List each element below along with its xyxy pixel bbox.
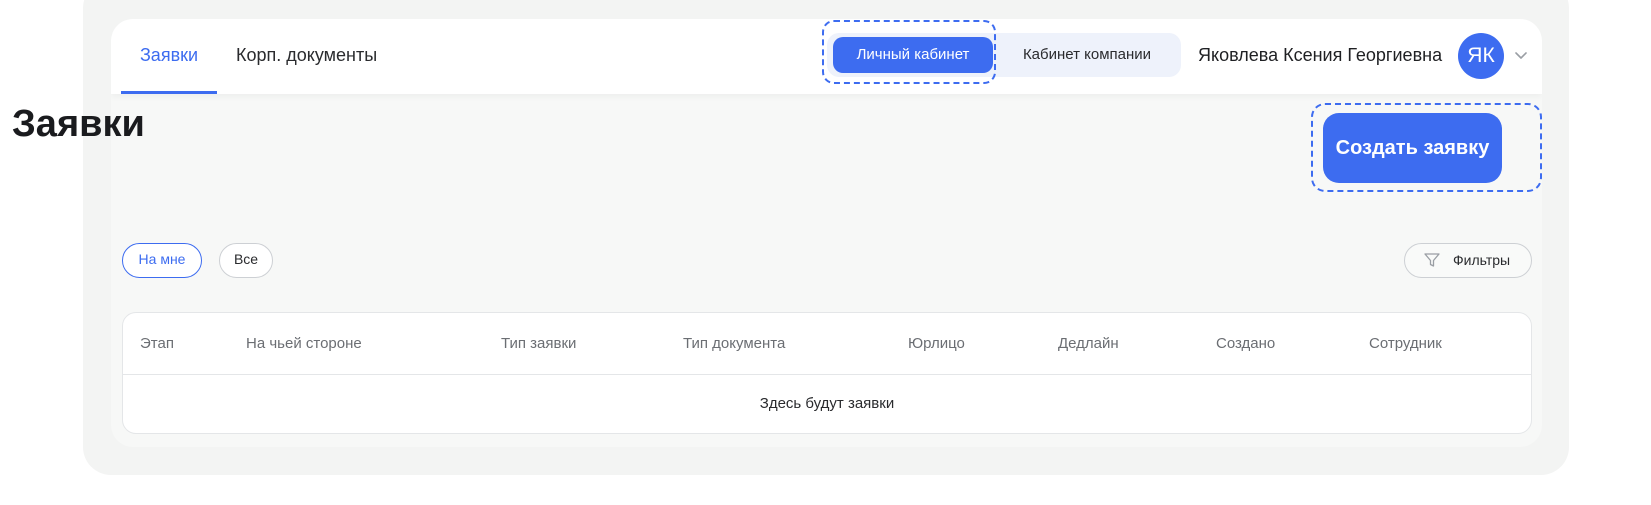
avatar[interactable]: ЯК bbox=[1458, 33, 1504, 79]
page-title: Заявки bbox=[12, 103, 145, 145]
column-stage[interactable]: Этап bbox=[140, 313, 174, 375]
filter-funnel-icon bbox=[1424, 253, 1440, 267]
column-created[interactable]: Создано bbox=[1216, 313, 1275, 375]
active-tab-indicator bbox=[121, 91, 217, 94]
filters-label: Фильтры bbox=[1453, 252, 1511, 268]
cabinet-switch: Личный кабинет Кабинет компании bbox=[827, 33, 1181, 77]
chip-on-me[interactable]: На мне bbox=[122, 243, 202, 278]
table-header: Этап На чьей стороне Тип заявки Тип доку… bbox=[123, 313, 1531, 375]
top-navbar: Заявки Корп. документы Личный кабинет Ка… bbox=[111, 19, 1542, 94]
chevron-down-icon[interactable] bbox=[1513, 47, 1529, 63]
chip-all[interactable]: Все bbox=[219, 243, 273, 278]
company-cabinet-button[interactable]: Кабинет компании bbox=[1007, 37, 1167, 73]
column-deadline[interactable]: Дедлайн bbox=[1058, 313, 1119, 375]
column-document-type[interactable]: Тип документа bbox=[683, 313, 785, 375]
user-name[interactable]: Яковлева Ксения Георгиевна bbox=[1198, 19, 1442, 94]
tab-corp-documents[interactable]: Корп. документы bbox=[236, 19, 377, 94]
create-request-button[interactable]: Создать заявку bbox=[1323, 113, 1502, 183]
tab-requests[interactable]: Заявки bbox=[121, 19, 217, 94]
column-legal-entity[interactable]: Юрлицо bbox=[908, 313, 965, 375]
column-side[interactable]: На чьей стороне bbox=[246, 313, 362, 375]
column-employee[interactable]: Сотрудник bbox=[1369, 313, 1442, 375]
column-request-type[interactable]: Тип заявки bbox=[501, 313, 576, 375]
empty-state-text: Здесь будут заявки bbox=[759, 395, 895, 412]
requests-table: Этап На чьей стороне Тип заявки Тип доку… bbox=[122, 312, 1532, 434]
filters-button[interactable]: Фильтры bbox=[1404, 243, 1532, 278]
personal-cabinet-button[interactable]: Личный кабинет bbox=[833, 37, 993, 73]
